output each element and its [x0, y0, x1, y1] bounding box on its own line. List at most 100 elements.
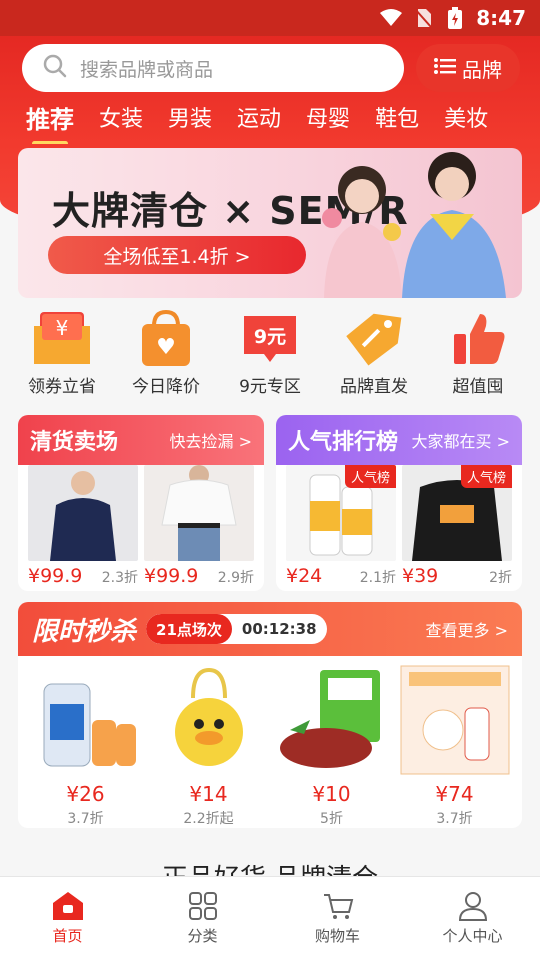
countdown-timer: 00:12:38: [241, 620, 317, 638]
status-time: 8:47: [476, 6, 526, 30]
product-price: ¥99.9: [28, 565, 83, 587]
nine-yuan-glyph: 9元: [254, 326, 286, 348]
product-item[interactable]: ¥99.9 2.9折: [144, 465, 254, 587]
flash-item-discount: 2.2折起: [183, 811, 234, 827]
brand-tag-icon: [346, 313, 402, 366]
nav-home[interactable]: 首页: [0, 877, 135, 960]
clearance-header: 清货卖场 快去捡漏 >: [18, 415, 264, 465]
product-discount: 2.9折: [217, 570, 254, 586]
session-countdown: 21点场次 00:12:38: [146, 614, 327, 644]
flash-item[interactable]: ¥26 3.7折: [28, 664, 144, 828]
nav-label: 购物车: [314, 927, 360, 945]
search-icon: [42, 53, 68, 83]
flash-item[interactable]: ¥74 3.7折: [397, 664, 513, 828]
nine-yuan-icon: 9元: [244, 316, 296, 362]
quick-entry-brand-direct[interactable]: 品牌直发: [326, 310, 422, 400]
product-price: ¥99.9: [144, 565, 199, 587]
nav-label: 首页: [52, 927, 83, 945]
battery-icon: [444, 7, 466, 29]
product-image: 人气榜: [286, 465, 396, 561]
bottom-navigation: 首页 分类 购物车 个人中心: [0, 876, 540, 960]
flash-sale-more-link[interactable]: 查看更多 >: [426, 617, 509, 641]
product-item[interactable]: ¥99.9 2.3折: [28, 465, 138, 587]
quick-entry-stock-up[interactable]: 超值囤: [430, 310, 526, 400]
product-item[interactable]: 人气榜 ¥24 2.1折: [286, 465, 396, 587]
ranking-title: 人气排行榜: [288, 430, 399, 455]
ranking-header: 人气排行榜 大家都在买 >: [276, 415, 522, 465]
thumbs-up-icon: [454, 314, 505, 364]
list-icon: [434, 56, 456, 80]
product-price: ¥24: [286, 565, 323, 587]
wifi-icon: [380, 7, 403, 29]
price-drop-glyph: ♥: [156, 335, 176, 360]
quick-entry-row: ¥ 领券立省 ♥ 今日降价 9元 9元专区 品牌直发 超值囤: [0, 310, 540, 400]
product-image: [30, 664, 142, 776]
product-image: [276, 664, 388, 776]
banner-cta-button[interactable]: 全场低至1.4折 >: [48, 236, 306, 274]
product-discount: 2折: [489, 570, 512, 586]
product-price: ¥39: [402, 565, 439, 587]
flash-item-discount: 3.7折: [67, 811, 104, 827]
clearance-more-link[interactable]: 快去捡漏 >: [170, 428, 253, 452]
flash-item-price: ¥74: [435, 782, 474, 806]
product-image: [144, 465, 254, 561]
ranking-more-link[interactable]: 大家都在买 >: [412, 428, 511, 452]
search-input[interactable]: 搜索品牌或商品: [22, 44, 404, 92]
nav-label: 个人中心: [442, 927, 503, 945]
clearance-card[interactable]: 清货卖场 快去捡漏 > ¥99.9 2.3折 ¥99.9 2.9折: [18, 415, 264, 591]
banner-models-image: [322, 152, 506, 298]
coupon-glyph: ¥: [56, 316, 69, 340]
flash-item[interactable]: ¥10 5折: [274, 664, 390, 828]
popularity-badge: 人气榜: [344, 465, 396, 488]
product-image: [28, 465, 138, 561]
cart-icon: [323, 894, 353, 919]
quick-entry-label: 9元专区: [239, 377, 301, 397]
product-image: [399, 664, 511, 776]
quick-entry-label: 领券立省: [28, 377, 96, 397]
popularity-badge: 人气榜: [460, 465, 512, 488]
status-bar: 8:47: [0, 0, 540, 36]
quick-entry-price-drop[interactable]: ♥ 今日降价: [118, 310, 214, 400]
flash-item-price: ¥10: [312, 782, 351, 806]
search-placeholder: 搜索品牌或商品: [80, 58, 214, 81]
quick-entry-label: 品牌直发: [340, 377, 408, 397]
flash-sale-header: 限时秒杀 21点场次 00:12:38 查看更多 >: [18, 602, 522, 656]
category-grid-icon: [188, 892, 217, 920]
promo-banner[interactable]: 大牌清仓 × SEM/R 全场低至1.4折 >: [18, 148, 522, 298]
nav-profile[interactable]: 个人中心: [405, 877, 540, 960]
tab-women[interactable]: 女装: [99, 100, 143, 144]
nav-cart[interactable]: 购物车: [270, 877, 405, 960]
product-discount: 2.3折: [101, 570, 138, 586]
product-image: [153, 664, 265, 776]
ranking-card[interactable]: 人气排行榜 大家都在买 > 人气榜 ¥24 2.1折 人气榜 ¥39 2折: [276, 415, 522, 591]
coupon-icon: ¥: [34, 312, 90, 364]
product-item[interactable]: 人气榜 ¥39 2折: [402, 465, 512, 587]
product-discount: 2.1折: [359, 570, 396, 586]
clearance-title: 清货卖场: [30, 430, 119, 455]
tab-sports[interactable]: 运动: [237, 100, 281, 144]
flash-item-price: ¥26: [66, 782, 105, 806]
brand-button[interactable]: 品牌: [416, 44, 520, 92]
home-icon: [52, 892, 83, 920]
search-row: 搜索品牌或商品 品牌: [22, 44, 520, 92]
quick-entry-label: 超值囤: [452, 377, 504, 397]
nav-category[interactable]: 分类: [135, 877, 270, 960]
quick-entry-nine-yuan[interactable]: 9元 9元专区: [222, 310, 318, 400]
flash-sale-title: 限时秒杀: [32, 616, 137, 647]
category-tabs: 推荐 女装 男装 运动 母婴 鞋包 美妆: [0, 100, 540, 144]
tab-recommend[interactable]: 推荐: [26, 100, 74, 144]
session-label: 21点场次: [146, 614, 232, 644]
flash-item[interactable]: ¥14 2.2折起: [151, 664, 267, 828]
flash-item-discount: 5折: [320, 811, 343, 827]
tab-men[interactable]: 男装: [168, 100, 212, 144]
tab-shoes-bags[interactable]: 鞋包: [375, 100, 419, 144]
nav-label: 分类: [187, 927, 218, 945]
quick-entry-label: 今日降价: [132, 377, 200, 397]
price-drop-bag-icon: ♥: [142, 310, 190, 366]
tab-baby[interactable]: 母婴: [306, 100, 350, 144]
flash-sale-card: 限时秒杀 21点场次 00:12:38 查看更多 > ¥26 3.7折 ¥14 …: [18, 602, 522, 828]
tab-beauty[interactable]: 美妆: [444, 100, 488, 144]
flash-item-price: ¥14: [189, 782, 228, 806]
product-image: 人气榜: [402, 465, 512, 561]
quick-entry-coupon[interactable]: ¥ 领券立省: [14, 310, 110, 400]
